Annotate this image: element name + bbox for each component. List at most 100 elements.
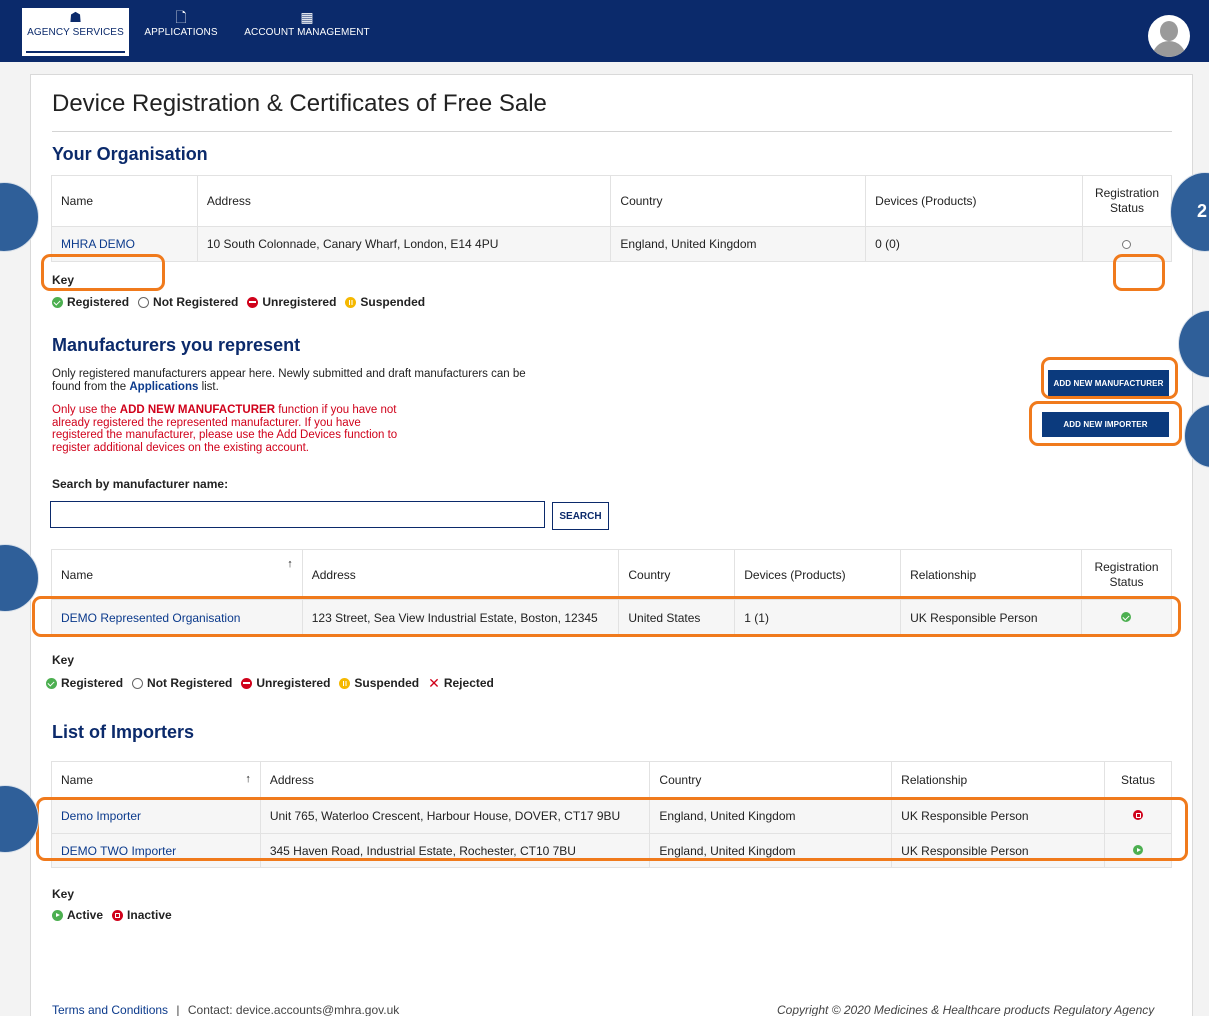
top-navigation-bar: ☗ AGENCY SERVICES 🗋 APPLICATIONS ▦ ACCOU… [0, 0, 1209, 62]
warn-line-2: already registered the represented manuf… [52, 416, 361, 429]
key-item-suspended: Suspended [339, 676, 419, 690]
org-name-link[interactable]: MHRA DEMO [61, 237, 135, 251]
importer-address-cell: Unit 765, Waterloo Crescent, Harbour Hou… [259, 797, 651, 834]
importer-name-link[interactable]: DEMO TWO Importer [61, 844, 176, 858]
search-button[interactable]: SEARCH [552, 502, 609, 530]
sort-ascending-icon[interactable]: ↑ [287, 558, 293, 570]
importer-name-link[interactable]: Demo Importer [61, 809, 141, 823]
terms-link[interactable]: Terms and Conditions [52, 1003, 168, 1016]
footer-copyright: Copyright © 2020 Medicines & Healthcare … [777, 1003, 1155, 1016]
key-item-registered: Registered [52, 295, 129, 309]
column-header-country: Country [610, 175, 867, 227]
column-header-address: Address [196, 175, 612, 227]
nav-account-management-label: ACCOUNT MANAGEMENT [244, 27, 370, 38]
footer-separator: | [176, 1003, 180, 1016]
nav-agency-services-label: AGENCY SERVICES [27, 27, 124, 38]
org-name-cell: MHRA DEMO [51, 226, 198, 262]
active-icon [52, 909, 63, 921]
nav-agency-services[interactable]: ☗ AGENCY SERVICES [22, 8, 129, 56]
importer-name-cell: Demo Importer [51, 797, 261, 834]
table-header-row: Name ↑ Address Country Relationship Statu… [51, 761, 1172, 798]
manufacturer-country-cell: United States [618, 599, 736, 636]
warn-text: function if you have not [275, 404, 397, 416]
table-row: MHRA DEMO 10 South Colonnade, Canary Wha… [51, 226, 1173, 262]
org-devices-cell: 0 (0) [865, 226, 1083, 262]
key-label: Not Registered [147, 676, 233, 690]
column-header-label: Name [61, 772, 94, 787]
desc-text: list. [198, 380, 219, 393]
importer-name-cell: DEMO TWO Importer [51, 833, 261, 868]
column-header-name: Name [51, 175, 198, 227]
registered-icon [1121, 611, 1132, 622]
column-header-name[interactable]: Name ↑ [51, 549, 303, 600]
not-registered-icon [132, 677, 144, 689]
key-label: Inactive [127, 908, 172, 922]
table-row: DEMO TWO Importer 345 Haven Road, Indust… [51, 833, 1172, 868]
applications-link[interactable]: Applications [129, 381, 198, 393]
column-header-name[interactable]: Name ↑ [51, 761, 261, 798]
column-header-country: Country [618, 549, 736, 600]
sort-ascending-icon[interactable]: ↑ [245, 773, 251, 785]
desc-line-1: Only registered manufacturers appear her… [52, 368, 526, 380]
suspended-icon [339, 677, 351, 689]
key-item-not-registered: Not Registered [132, 676, 232, 690]
desc-line-2: found from the Applications list. [52, 381, 526, 394]
manufacturers-heading: Manufacturers you represent [52, 335, 301, 355]
nav-account-management[interactable]: ▦ ACCOUNT MANAGEMENT [234, 8, 380, 56]
warn-line-4: register additional devices on the exist… [52, 441, 309, 454]
manufacturer-status-key: Registered Not Registered Unregistered S… [46, 676, 503, 690]
key-item-active: Active [52, 908, 103, 922]
importer-relationship-cell: UK Responsible Person [891, 797, 1105, 834]
table-header-row: Name ↑ Address Country Devices (Products)… [51, 549, 1173, 600]
warn-bold-text: ADD NEW MANUFACTURER [119, 404, 276, 416]
manufacturer-key-title: Key [52, 653, 75, 667]
importer-relationship-cell: UK Responsible Person [891, 833, 1105, 868]
manufacturer-name-link[interactable]: DEMO Represented Organisation [61, 611, 240, 625]
footer-left: Terms and Conditions | Contact: device.a… [52, 1003, 399, 1016]
suspended-icon [345, 296, 357, 308]
key-label: Not Registered [153, 295, 239, 309]
org-status-key: Registered Not Registered Unregistered S… [52, 295, 434, 309]
key-label: Rejected [443, 676, 494, 690]
registered-icon [46, 677, 57, 689]
active-tab-underline [26, 51, 125, 53]
add-new-manufacturer-button[interactable]: ADD NEW MANUFACTURER [1048, 370, 1169, 397]
key-item-suspended: Suspended [345, 295, 425, 309]
key-item-inactive: Inactive [112, 908, 172, 922]
manufacturer-status-cell [1080, 599, 1173, 636]
manufacturers-description: Only registered manufacturers appear her… [52, 368, 526, 393]
user-avatar[interactable] [1148, 15, 1190, 57]
importers-table: Name ↑ Address Country Relationship Statu… [51, 761, 1172, 868]
manufacturer-search-input[interactable] [50, 501, 545, 528]
table-row: Demo Importer Unit 765, Waterloo Crescen… [51, 797, 1172, 834]
manufacturers-table: Name ↑ Address Country Devices (Products)… [51, 549, 1173, 636]
your-organisation-heading: Your Organisation [52, 144, 208, 164]
avatar-body-shape [1152, 41, 1186, 57]
column-header-label: Name [61, 567, 94, 582]
inactive-icon [112, 909, 124, 921]
key-label: Suspended [354, 676, 420, 690]
column-header-relationship: Relationship [900, 549, 1082, 600]
warn-line-3: registered the manufacturer, please use … [52, 429, 398, 441]
key-label: Unregistered [262, 295, 337, 309]
column-header-status: Status [1104, 761, 1172, 798]
key-label: Unregistered [256, 676, 331, 690]
table-row: DEMO Represented Organisation 123 Street… [51, 599, 1173, 636]
key-item-not-registered: Not Registered [138, 295, 238, 309]
title-divider [52, 131, 1172, 132]
manufacturer-name-cell: DEMO Represented Organisation [51, 599, 303, 636]
not-registered-icon [138, 296, 150, 308]
column-header-devices: Devices (Products) [734, 549, 902, 600]
avatar-head-shape [1160, 21, 1178, 41]
key-label: Registered [61, 676, 124, 690]
nav-applications[interactable]: 🗋 APPLICATIONS [136, 8, 226, 56]
page-title: Device Registration & Certificates of Fr… [52, 90, 547, 117]
your-organisation-table: Name Address Country Devices (Products) … [51, 175, 1173, 262]
key-item-rejected: ✕ Rejected [428, 676, 494, 691]
inactive-icon [1133, 809, 1143, 820]
key-item-unregistered: Unregistered [241, 676, 330, 690]
add-new-importer-button[interactable]: ADD NEW IMPORTER [1042, 412, 1169, 437]
building-icon: ▦ [300, 9, 314, 25]
warn-line-1: Only use the ADD NEW MANUFACTURER functi… [52, 404, 397, 417]
manufacturer-relationship-cell: UK Responsible Person [900, 599, 1082, 636]
